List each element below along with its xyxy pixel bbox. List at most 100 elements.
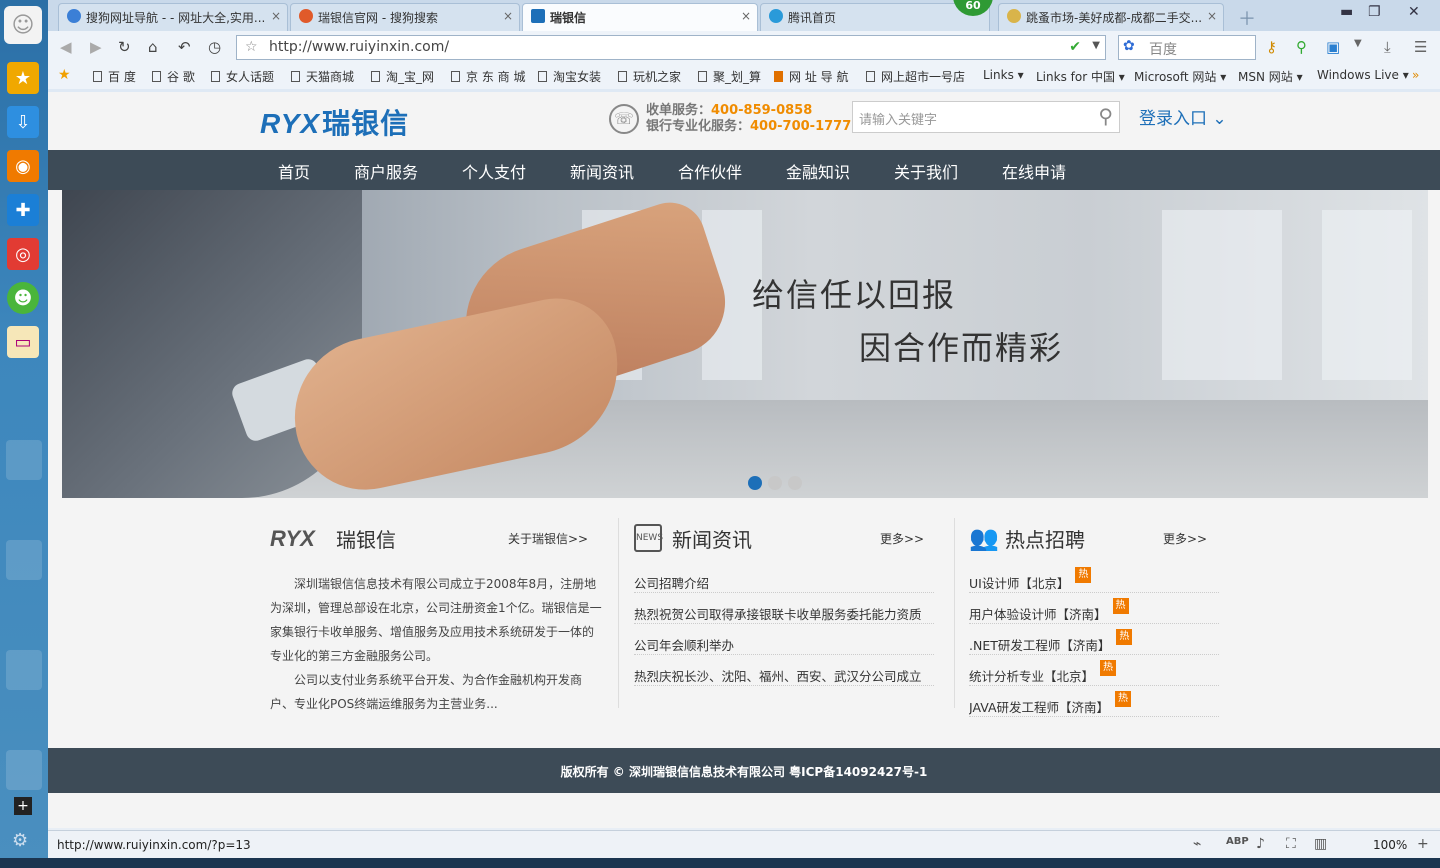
- key-icon[interactable]: ⚷: [1266, 38, 1277, 56]
- tab-flea-market[interactable]: 跳蚤市场-美好成都-成都二手交... ×: [998, 3, 1224, 31]
- favorites-star-icon[interactable]: ★: [7, 62, 39, 94]
- nav-personal-payment[interactable]: 个人支付: [462, 159, 526, 183]
- bookmark-item[interactable]: 谷 歌: [152, 68, 195, 85]
- more-bookmarks-icon[interactable]: »: [1412, 68, 1419, 82]
- refresh-icon[interactable]: ↻: [118, 38, 131, 56]
- jobs-more-link[interactable]: 更多>>: [1163, 530, 1207, 547]
- news-more-link[interactable]: 更多>>: [880, 530, 924, 547]
- address-bar[interactable]: ☆ http://www.ruiyinxin.com/ ✔ ▼: [236, 35, 1106, 60]
- news-item[interactable]: 公司年会顺利举办: [634, 624, 934, 655]
- window-close-icon[interactable]: ✕: [1408, 4, 1420, 20]
- bookmark-star-icon[interactable]: ☆: [245, 39, 258, 55]
- search-icon[interactable]: ⚲: [1098, 104, 1113, 128]
- home-icon[interactable]: ⌂: [148, 38, 158, 56]
- news-item[interactable]: 热烈祝贺公司取得承接银联卡收单服务委托能力资质: [634, 593, 934, 624]
- tab-ruiyinxin[interactable]: 瑞银信 ×: [522, 3, 758, 31]
- zoom-level[interactable]: 100%: [1373, 838, 1407, 852]
- smiley-face-icon[interactable]: ☺: [4, 6, 42, 44]
- nav-about-us[interactable]: 关于我们: [894, 159, 958, 183]
- gamepad-icon[interactable]: ✚: [7, 194, 39, 226]
- gear-icon[interactable]: ⚙: [12, 830, 28, 851]
- bookmark-item[interactable]: 天猫商城: [291, 68, 354, 85]
- nav-merchant-services[interactable]: 商户服务: [354, 159, 418, 183]
- bookmark-item[interactable]: 淘宝女装: [538, 68, 601, 85]
- bookmark-item[interactable]: 百 度: [93, 68, 136, 85]
- volume-icon[interactable]: ♪: [1256, 836, 1265, 852]
- tab-sogou-nav[interactable]: 搜狗网址导航 - - 网址大全,实用... ×: [58, 3, 288, 31]
- nav-news[interactable]: 新闻资讯: [570, 159, 634, 183]
- fullscreen-icon[interactable]: ⛶: [1286, 836, 1296, 852]
- chevron-down-icon[interactable]: ▼: [1092, 40, 1100, 51]
- carousel-dot[interactable]: [768, 476, 782, 490]
- zoom-in-icon[interactable]: +: [1417, 836, 1429, 852]
- job-item[interactable]: 统计分析专业【北京】热: [969, 655, 1219, 686]
- close-icon[interactable]: ×: [503, 9, 513, 23]
- bookmark-folder[interactable]: Windows Live ▾: [1317, 68, 1409, 82]
- undo-close-icon[interactable]: ↶: [178, 38, 191, 56]
- jobs-list: UI设计师【北京】热 用户体验设计师【济南】热 .NET研发工程师【济南】热 统…: [969, 562, 1219, 717]
- job-item[interactable]: .NET研发工程师【济南】热: [969, 624, 1219, 655]
- bookmark-folder[interactable]: MSN 网站 ▾: [1238, 68, 1303, 85]
- performance-icon[interactable]: ⌁: [1193, 836, 1201, 852]
- news-item[interactable]: 热烈庆祝长沙、沈阳、福州、西安、武汉分公司成立: [634, 655, 934, 686]
- adblock-icon[interactable]: ABP: [1226, 836, 1249, 847]
- browser-search-input[interactable]: ✿ 百度: [1118, 35, 1256, 60]
- search-person-icon[interactable]: ⚲: [1296, 38, 1307, 56]
- about-more-link[interactable]: 关于瑞银信>>: [508, 530, 588, 547]
- about-title: 瑞银信: [336, 528, 396, 552]
- carousel-dot[interactable]: [788, 476, 802, 490]
- bookmark-item[interactable]: 网上超市一号店: [866, 68, 965, 85]
- bookmark-item[interactable]: 聚_划_算: [698, 68, 761, 85]
- column-divider: [954, 518, 955, 708]
- add-icon[interactable]: +: [14, 797, 32, 815]
- job-item[interactable]: JAVA研发工程师【济南】热: [969, 686, 1219, 717]
- bookmark-item[interactable]: 淘_宝_网: [371, 68, 434, 85]
- site-logo[interactable]: RYX瑞银信: [260, 102, 409, 142]
- menu-icon[interactable]: ☰: [1414, 38, 1427, 56]
- job-item[interactable]: UI设计师【北京】热: [969, 562, 1219, 593]
- ryx-mini-logo: RYX: [270, 526, 315, 551]
- hero-banner[interactable]: 给信任以回报 因合作而精彩: [62, 190, 1428, 498]
- rss-icon[interactable]: ◉: [7, 150, 39, 182]
- emoji-icon[interactable]: ☻: [7, 282, 39, 314]
- nav-home[interactable]: 首页: [278, 159, 310, 183]
- minimize-icon[interactable]: ▬: [1340, 4, 1353, 20]
- tab-sogou-search[interactable]: 瑞银信官网 - 搜狗搜索 ×: [290, 3, 520, 31]
- page-icon: [93, 71, 102, 82]
- close-icon[interactable]: ×: [271, 9, 281, 23]
- favorites-star-icon[interactable]: ★: [58, 67, 71, 83]
- bookmark-item[interactable]: 女人话题: [211, 68, 274, 85]
- download-icon[interactable]: ⤓: [1384, 38, 1391, 56]
- bookmark-folder[interactable]: Links for 中国 ▾: [1036, 68, 1125, 85]
- bookmark-item[interactable]: 玩机之家: [618, 68, 681, 85]
- site-search-input[interactable]: 请输入关键字 ⚲: [852, 101, 1120, 133]
- close-icon[interactable]: ×: [741, 9, 751, 23]
- close-icon[interactable]: ×: [1207, 9, 1217, 23]
- job-item[interactable]: 用户体验设计师【济南】热: [969, 593, 1219, 624]
- nav-finance-knowledge[interactable]: 金融知识: [786, 159, 850, 183]
- weibo-icon[interactable]: ◎: [7, 238, 39, 270]
- bookmark-item[interactable]: 京 东 商 城: [451, 68, 525, 85]
- forward-icon[interactable]: ▶: [90, 38, 102, 56]
- notepad-icon[interactable]: ▭: [7, 326, 39, 358]
- bookmark-folder[interactable]: Links ▾: [983, 68, 1024, 82]
- chevron-down-icon[interactable]: ▼: [1354, 38, 1362, 49]
- translate-icon[interactable]: ▣: [1326, 38, 1340, 56]
- new-tab-icon[interactable]: ＋: [1238, 5, 1256, 31]
- bookmark-folder[interactable]: Microsoft 网站 ▾: [1134, 68, 1226, 85]
- pin-icon[interactable]: ✔: [1069, 39, 1081, 55]
- carousel-dot[interactable]: [748, 476, 762, 490]
- back-icon[interactable]: ◀: [60, 38, 72, 56]
- restore-icon[interactable]: ❐: [1368, 4, 1381, 20]
- page-icon: [371, 71, 380, 82]
- page-icon: [451, 71, 460, 82]
- nav-apply-online[interactable]: 在线申请: [1002, 159, 1066, 183]
- news-item[interactable]: 公司招聘介绍: [634, 562, 934, 593]
- split-view-icon[interactable]: ▥: [1314, 836, 1327, 852]
- history-icon[interactable]: ◷: [208, 38, 221, 56]
- nav-partners[interactable]: 合作伙伴: [678, 159, 742, 183]
- download-icon[interactable]: ⇩: [7, 106, 39, 138]
- bookmark-item[interactable]: 网 址 导 航: [774, 68, 848, 85]
- news-title: 新闻资讯: [672, 528, 752, 552]
- login-entry-dropdown[interactable]: 登录入口 ⌄: [1139, 104, 1227, 129]
